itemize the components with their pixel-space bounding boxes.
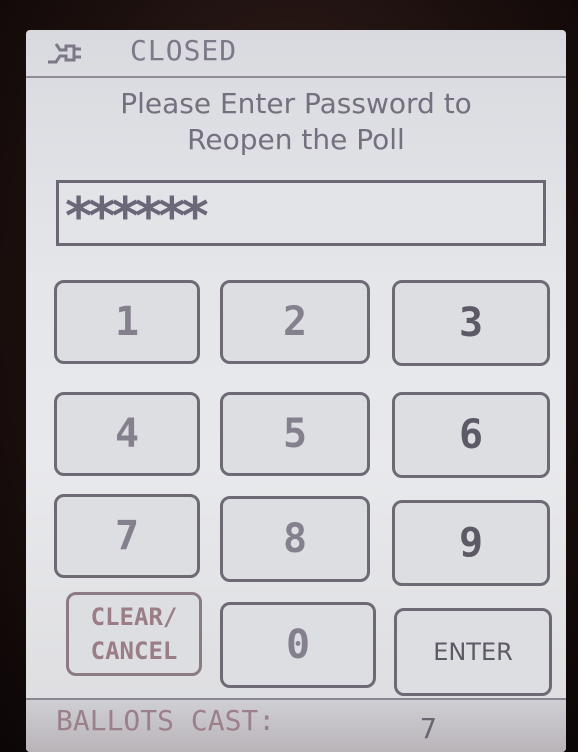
password-prompt: Please Enter Password to Reopen the Poll: [26, 86, 566, 158]
key-2[interactable]: 2: [220, 280, 370, 364]
password-field[interactable]: ******: [56, 180, 546, 247]
status-bar: CLOSED: [26, 30, 566, 78]
ballots-cast-count: 7: [420, 712, 437, 745]
key-4[interactable]: 4: [54, 392, 200, 476]
key-6[interactable]: 6: [392, 392, 550, 478]
key-8[interactable]: 8: [220, 496, 370, 582]
clear-cancel-button[interactable]: CLEAR/ CANCEL: [66, 592, 202, 676]
enter-button[interactable]: ENTER: [394, 608, 552, 696]
prompt-line-1: Please Enter Password to: [120, 87, 472, 120]
key-9[interactable]: 9: [392, 500, 550, 586]
touch-screen: CLOSED Please Enter Password to Reopen t…: [26, 30, 566, 752]
key-1[interactable]: 1: [54, 280, 200, 364]
power-plug-icon: [48, 43, 81, 64]
prompt-line-2: Reopen the Poll: [187, 123, 405, 156]
cancel-label: CANCEL: [90, 637, 178, 665]
clear-label: CLEAR/: [90, 603, 178, 631]
ballots-cast-label: BALLOTS CAST:: [56, 704, 276, 737]
poll-status-text: CLOSED: [130, 34, 238, 67]
ballots-cast-bar: BALLOTS CAST: 7: [26, 698, 566, 752]
key-3[interactable]: 3: [392, 280, 550, 366]
password-masked-value: ******: [63, 187, 211, 247]
key-0[interactable]: 0: [220, 602, 376, 688]
key-5[interactable]: 5: [220, 392, 370, 476]
key-7[interactable]: 7: [54, 494, 200, 578]
